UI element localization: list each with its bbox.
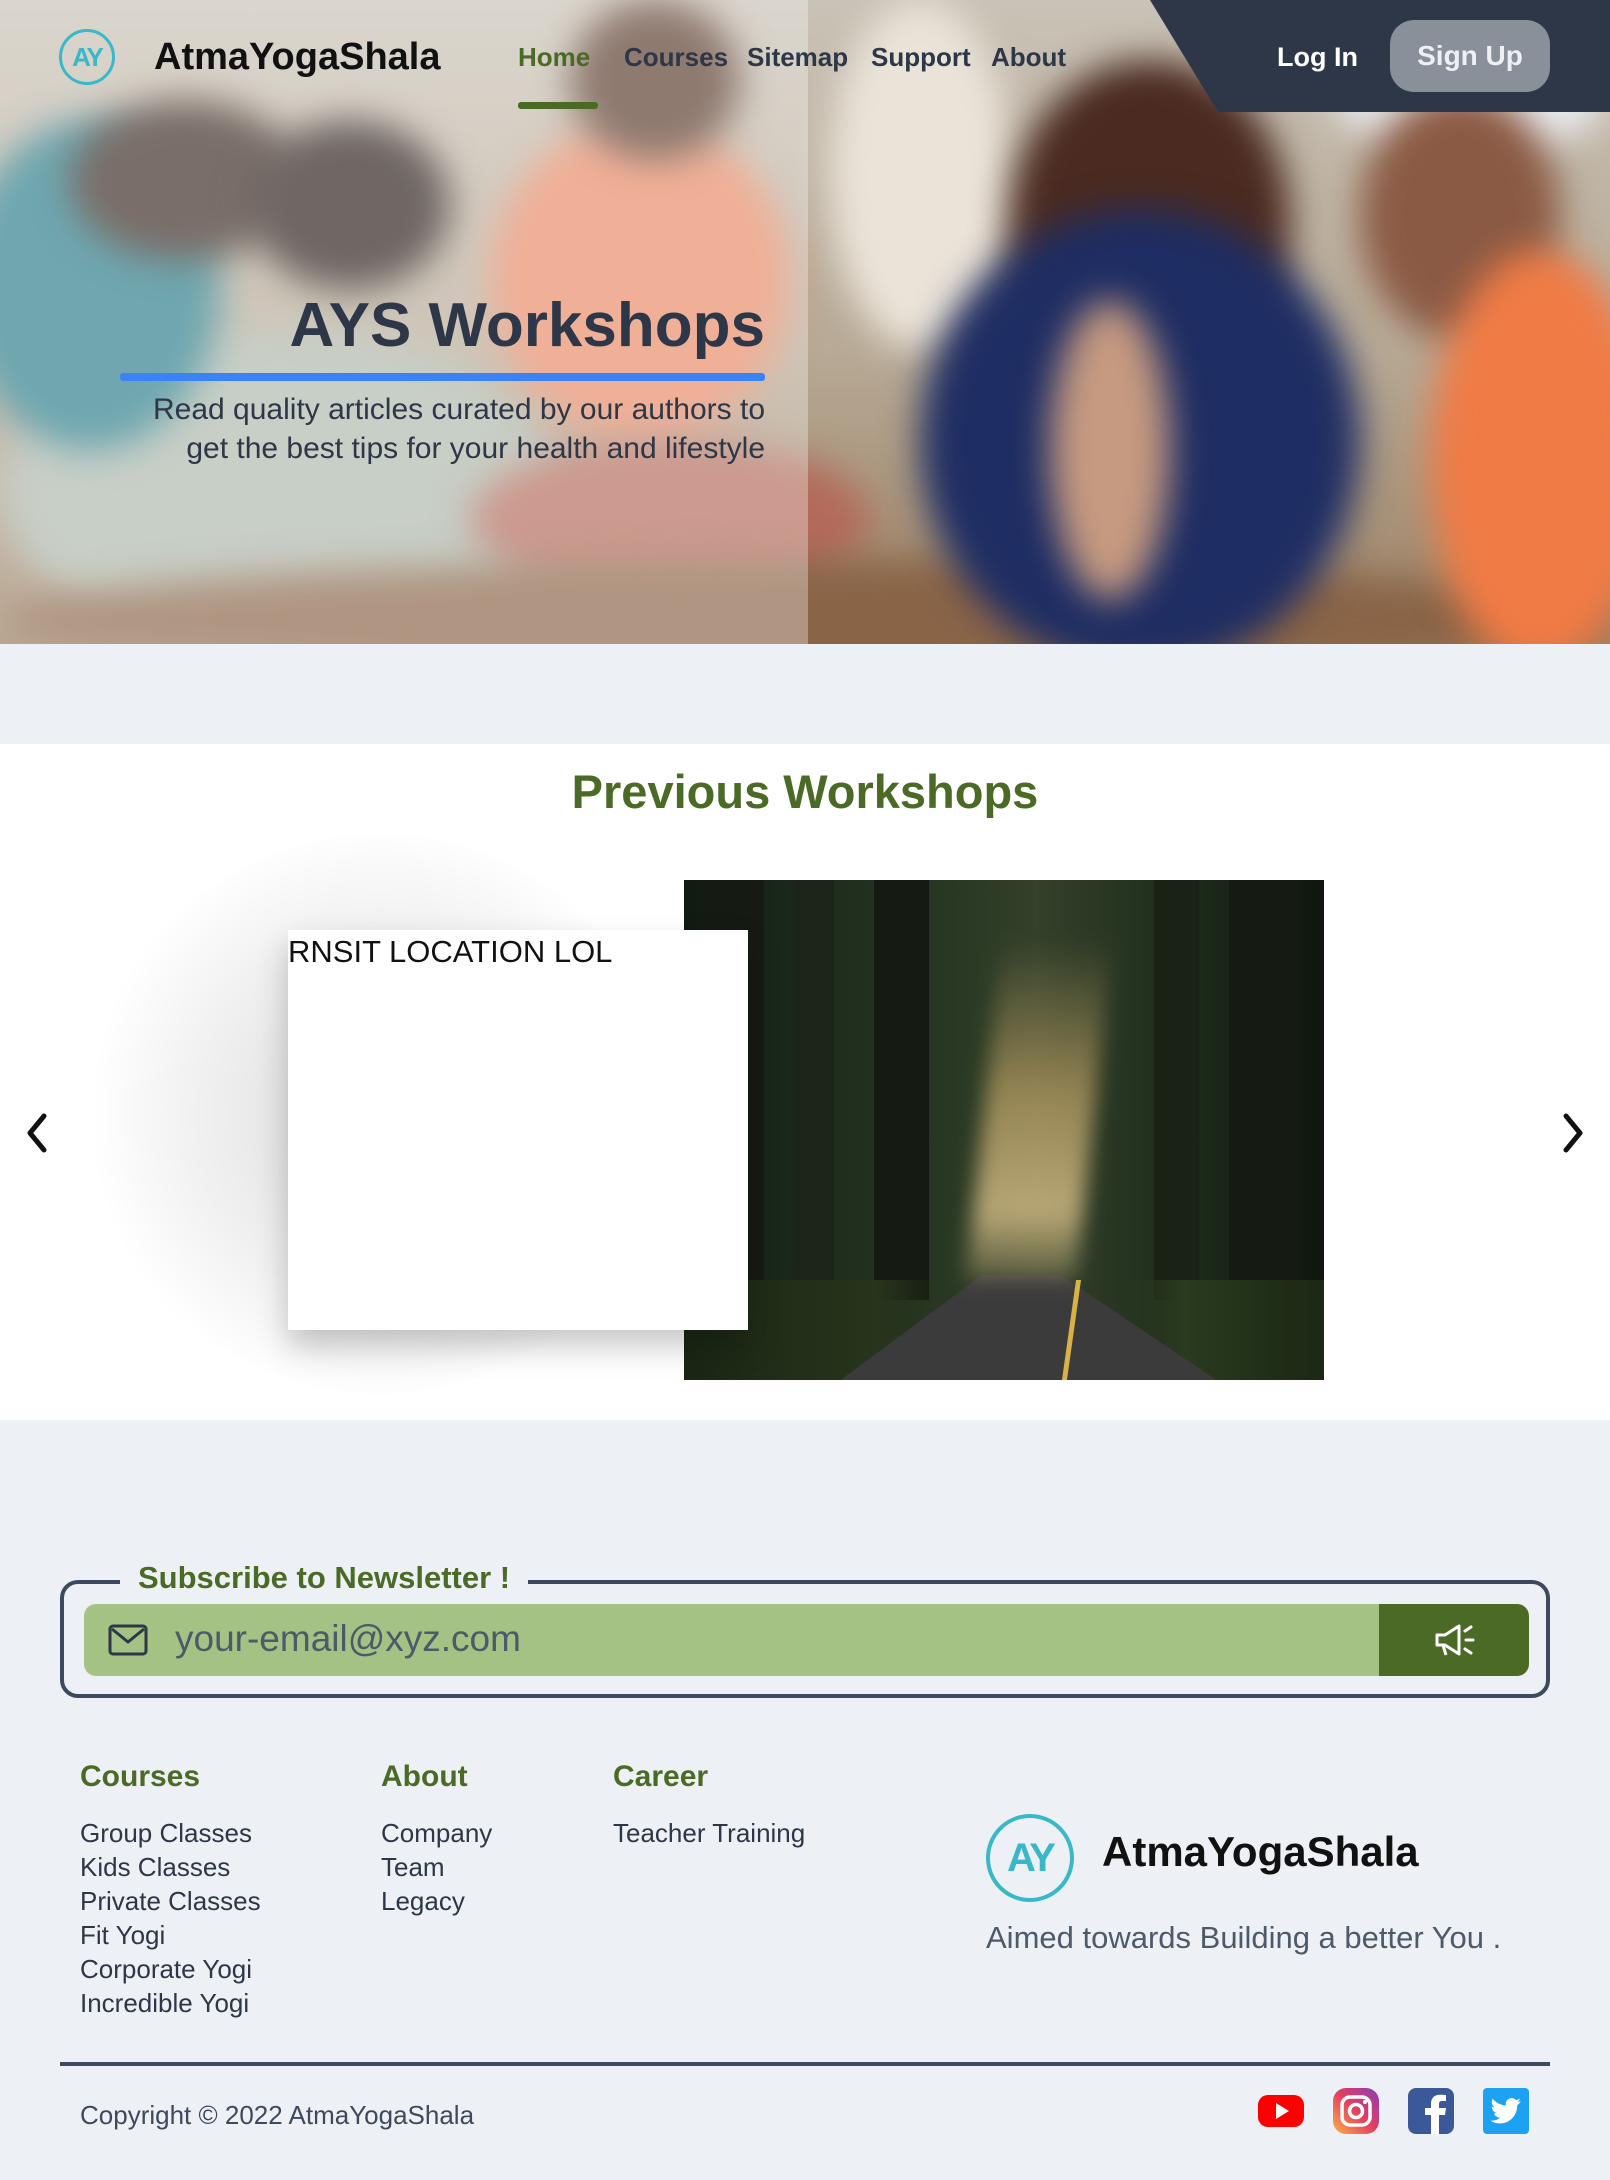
footer-career-heading: Career <box>613 1760 709 1793</box>
login-button[interactable]: Log In <box>1277 42 1358 73</box>
hero-subtitle-line-2: get the best tips for your health and li… <box>186 432 765 465</box>
signup-button[interactable]: Sign Up <box>1390 20 1550 92</box>
footer-brand-name: AtmaYogaShala <box>1102 1828 1419 1875</box>
carousel-next-arrow-icon[interactable] <box>1556 1106 1590 1160</box>
top-navigation: AY AtmaYogaShala Home Courses Sitemap Su… <box>0 0 1610 112</box>
copyright-text: Copyright © 2022 AtmaYogaShala <box>80 2100 475 2130</box>
footer-link[interactable]: Private Classes <box>80 1884 261 1918</box>
nav-link-support[interactable]: Support <box>871 42 971 73</box>
brand-name[interactable]: AtmaYogaShala <box>154 36 440 79</box>
mail-icon <box>108 1624 148 1656</box>
previous-workshops-section: Previous Workshops RNSIT LOCATION LOL <box>0 744 1610 1420</box>
footer-divider <box>60 2062 1550 2066</box>
megaphone-icon <box>1435 1624 1475 1656</box>
nav-link-home[interactable]: Home <box>518 42 590 73</box>
workshop-card[interactable]: RNSIT LOCATION LOL <box>288 930 748 1330</box>
youtube-icon[interactable] <box>1256 2086 1306 2136</box>
footer-link[interactable]: Kids Classes <box>80 1850 261 1884</box>
footer-link[interactable]: Teacher Training <box>613 1816 805 1850</box>
nav-link-sitemap[interactable]: Sitemap <box>747 42 848 73</box>
footer-link[interactable]: Corporate Yogi <box>80 1952 261 1986</box>
subscribe-button[interactable] <box>1379 1604 1529 1676</box>
footer-tagline: Aimed towards Building a better You . <box>986 1920 1502 1955</box>
section-title: Previous Workshops <box>571 765 1039 818</box>
nav-link-about[interactable]: About <box>991 42 1066 73</box>
brand-logo-icon[interactable]: AY <box>59 29 115 85</box>
footer-courses-heading: Courses <box>80 1760 201 1793</box>
footer-link[interactable]: Legacy <box>381 1884 492 1918</box>
footer-link[interactable]: Fit Yogi <box>80 1918 261 1952</box>
footer-link[interactable]: Group Classes <box>80 1816 261 1850</box>
newsletter-title: Subscribe to Newsletter ! <box>120 1560 529 1596</box>
active-nav-indicator <box>518 102 598 109</box>
hero-title: AYS Workshops <box>289 291 765 360</box>
twitter-icon[interactable] <box>1481 2086 1531 2136</box>
footer-link[interactable]: Team <box>381 1850 492 1884</box>
hero-subtitle: Read quality articles curated by our aut… <box>100 390 765 468</box>
newsletter-email-input[interactable]: your-email@xyz.com <box>84 1604 1379 1676</box>
footer-about-list: Company Team Legacy <box>381 1816 492 1918</box>
footer-link[interactable]: Incredible Yogi <box>80 1986 261 2020</box>
carousel-prev-arrow-icon[interactable] <box>20 1106 54 1160</box>
footer-link[interactable]: Company <box>381 1816 492 1850</box>
instagram-icon[interactable] <box>1331 2086 1381 2136</box>
workshop-photo <box>684 880 1324 1380</box>
footer-courses-list: Group Classes Kids Classes Private Class… <box>80 1816 261 2020</box>
footer-about-heading: About <box>381 1760 468 1793</box>
hero-title-underline <box>120 373 765 381</box>
footer-logo-icon: AY <box>986 1814 1074 1902</box>
nav-link-courses[interactable]: Courses <box>624 42 728 73</box>
footer-career-list: Teacher Training <box>613 1816 805 1850</box>
facebook-icon[interactable] <box>1406 2086 1456 2136</box>
hero-subtitle-line-1: Read quality articles curated by our aut… <box>153 393 765 426</box>
workshop-card-title: RNSIT LOCATION LOL <box>288 934 613 969</box>
email-placeholder: your-email@xyz.com <box>175 1618 521 1659</box>
